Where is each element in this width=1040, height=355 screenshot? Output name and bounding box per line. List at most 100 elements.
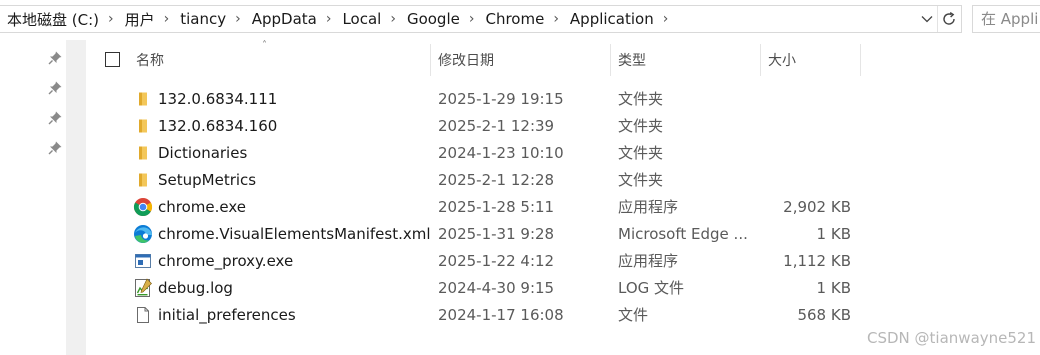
folder-icon (132, 85, 154, 112)
breadcrumb-label: Google (406, 10, 460, 28)
navigation-scrollbar[interactable] (66, 40, 86, 355)
column-divider[interactable] (760, 44, 761, 76)
file-size: 1,112 KB (783, 251, 851, 270)
refresh-icon (942, 12, 955, 25)
file-name: 132.0.6834.111 (158, 89, 278, 108)
file-type: 文件夹 (618, 171, 664, 189)
column-divider[interactable] (430, 44, 431, 76)
file-date: 2025-1-22 4:12 (438, 251, 555, 270)
file-row[interactable]: debug.log 2024-4-30 9:15 LOG 文件 1 KB (92, 274, 872, 301)
breadcrumb-chrome[interactable]: Chrome (482, 6, 547, 32)
file-size (768, 112, 851, 139)
breadcrumb-label: 本地磁盘 (C:) (7, 10, 99, 29)
address-bar[interactable]: 本地磁盘 (C:) › 用户 › tiancy › AppData › Loca… (0, 5, 962, 33)
column-size[interactable]: 大小 (768, 44, 858, 76)
log-file-icon (132, 274, 154, 301)
breadcrumb-appdata[interactable]: AppData (249, 6, 320, 32)
column-divider[interactable] (860, 44, 861, 76)
chevron-down-icon (921, 16, 933, 23)
breadcrumb-user[interactable]: tiancy (177, 6, 229, 32)
file-type: 应用程序 (618, 198, 679, 216)
pin-icon[interactable] (47, 80, 63, 96)
breadcrumb-separator-icon[interactable]: › (229, 12, 249, 26)
file-list: 132.0.6834.111 2025-1-29 19:15 文件夹 132.0… (92, 85, 872, 328)
breadcrumb-application[interactable]: Application (567, 6, 657, 32)
breadcrumb-google[interactable]: Google (404, 6, 463, 32)
breadcrumb-users[interactable]: 用户 (122, 6, 158, 32)
column-date-label: 修改日期 (438, 53, 494, 69)
breadcrumb-drive[interactable]: 本地磁盘 (C:) (4, 6, 102, 32)
file-date: 2025-1-31 9:28 (438, 224, 555, 243)
column-size-label: 大小 (768, 53, 796, 69)
breadcrumb-local[interactable]: Local (339, 6, 384, 32)
file-name: chrome_proxy.exe (158, 251, 294, 270)
file-size (768, 85, 851, 112)
pin-icon[interactable] (47, 110, 63, 126)
breadcrumb-separator-icon[interactable]: › (657, 12, 677, 26)
column-divider[interactable] (610, 44, 611, 76)
breadcrumb-separator-icon[interactable]: › (158, 12, 178, 26)
breadcrumb-label: Chrome (485, 10, 545, 28)
file-date: 2024-1-23 10:10 (438, 143, 564, 162)
column-date[interactable]: 修改日期 (438, 44, 608, 76)
folder-icon (132, 166, 154, 193)
file-date: 2025-2-1 12:39 (438, 116, 555, 135)
file-row[interactable]: chrome.VisualElementsManifest.xml 2025-1… (92, 220, 872, 247)
search-input[interactable] (981, 10, 1040, 28)
file-name: chrome.exe (158, 197, 246, 216)
navigation-pane[interactable] (0, 40, 66, 355)
column-name-label: 名称 (136, 53, 164, 69)
breadcrumb-label: AppData (251, 10, 317, 28)
app-window-icon (132, 247, 154, 274)
column-name[interactable]: 名称 (136, 44, 426, 76)
file-size: 2,902 KB (783, 197, 851, 216)
column-header: ˄ 名称 修改日期 类型 大小 (92, 40, 872, 76)
file-row[interactable]: Dictionaries 2024-1-23 10:10 文件夹 (92, 139, 872, 166)
chrome-icon (132, 193, 154, 220)
file-row[interactable]: chrome.exe 2025-1-28 5:11 应用程序 2,902 KB (92, 193, 872, 220)
file-type: Microsoft Edge ... (618, 224, 748, 243)
pin-icon[interactable] (47, 50, 63, 66)
blank-file-icon (132, 301, 154, 328)
file-size (768, 166, 851, 193)
folder-icon (132, 139, 154, 166)
watermark: CSDN @tianwayne521 (867, 329, 1036, 347)
refresh-button[interactable] (937, 6, 959, 32)
file-row[interactable]: 132.0.6834.160 2025-2-1 12:39 文件夹 (92, 112, 872, 139)
file-size (768, 139, 851, 166)
folder-icon (132, 112, 154, 139)
file-name: initial_preferences (158, 305, 296, 324)
file-size: 1 KB (816, 278, 851, 297)
file-date: 2025-1-29 19:15 (438, 89, 564, 108)
breadcrumb-separator-icon[interactable]: › (547, 12, 567, 26)
breadcrumb-separator-icon[interactable]: › (384, 12, 404, 26)
file-type: 文件夹 (618, 144, 664, 162)
file-name: debug.log (158, 278, 233, 297)
breadcrumb-label: Application (569, 10, 654, 28)
file-date: 2024-4-30 9:15 (438, 278, 555, 297)
file-row[interactable]: initial_preferences 2024-1-17 16:08 文件 5… (92, 301, 872, 328)
column-type-label: 类型 (618, 53, 646, 69)
column-type[interactable]: 类型 (618, 44, 758, 76)
file-name: SetupMetrics (158, 170, 257, 189)
file-size: 1 KB (816, 224, 851, 243)
file-size: 568 KB (797, 305, 851, 324)
file-row[interactable]: chrome_proxy.exe 2025-1-22 4:12 应用程序 1,1… (92, 247, 872, 274)
breadcrumb-separator-icon[interactable]: › (463, 12, 483, 26)
breadcrumb-separator-icon[interactable]: › (320, 12, 340, 26)
file-date: 2024-1-17 16:08 (438, 305, 564, 324)
breadcrumb-separator-icon[interactable]: › (102, 12, 122, 26)
breadcrumb-label: Local (342, 10, 382, 28)
file-type: 应用程序 (618, 252, 679, 270)
file-type: 文件夹 (618, 90, 664, 108)
file-row[interactable]: SetupMetrics 2025-2-1 12:28 文件夹 (92, 166, 872, 193)
file-type: 文件 (618, 306, 649, 324)
file-name: 132.0.6834.160 (158, 116, 278, 135)
pin-icon[interactable] (47, 140, 63, 156)
search-box[interactable] (972, 5, 1040, 33)
breadcrumb-label: 用户 (124, 10, 155, 29)
file-row[interactable]: 132.0.6834.111 2025-1-29 19:15 文件夹 (92, 85, 872, 112)
address-history-dropdown[interactable] (917, 6, 937, 32)
breadcrumb-label: tiancy (180, 10, 227, 28)
select-all-checkbox[interactable] (105, 52, 120, 67)
